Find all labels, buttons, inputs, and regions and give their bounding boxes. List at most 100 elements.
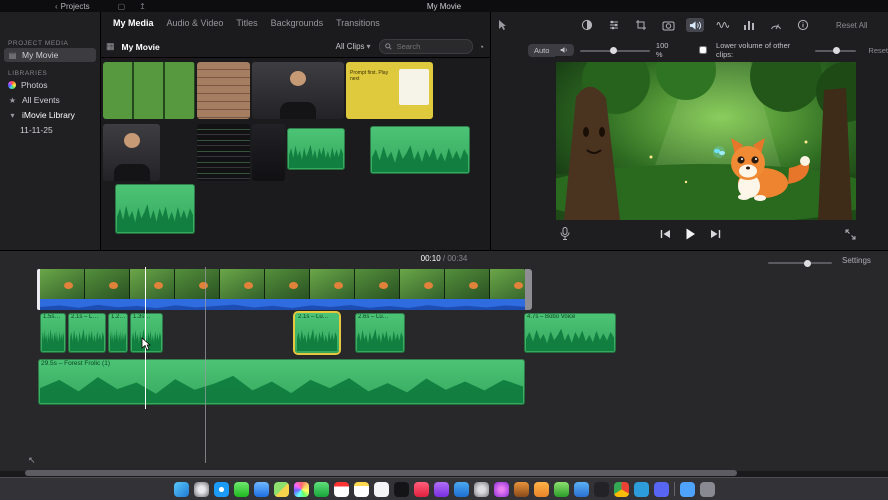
- pages-icon[interactable]: [533, 481, 549, 497]
- browser-title: My Movie: [121, 41, 160, 52]
- search-box[interactable]: [378, 39, 473, 54]
- timeline-zoom-slider[interactable]: [768, 259, 832, 267]
- tab-backgrounds[interactable]: Backgrounds: [271, 18, 324, 28]
- reset-button[interactable]: Reset: [868, 46, 888, 55]
- eq-icon[interactable]: [740, 18, 758, 32]
- media-thumb-forest-filmstrip[interactable]: [103, 62, 195, 119]
- video-audio-track[interactable]: [40, 299, 525, 310]
- volume-slider-knob[interactable]: [610, 47, 618, 54]
- volume-slider[interactable]: [580, 47, 650, 54]
- sidebar-item-my-movie[interactable]: ▤ My Movie: [4, 48, 96, 62]
- media-thumb-audio-clip[interactable]: [287, 128, 345, 170]
- record-voiceover-mic-icon[interactable]: [560, 227, 570, 241]
- discord-icon[interactable]: [653, 481, 669, 497]
- search-input[interactable]: [394, 41, 459, 52]
- finder-icon[interactable]: [173, 481, 189, 497]
- timeline-audio-clip[interactable]: 1.2…: [108, 313, 128, 353]
- tab-audio-video[interactable]: Audio & Video: [167, 18, 224, 28]
- play-button[interactable]: [685, 228, 696, 240]
- previous-button[interactable]: [660, 229, 671, 239]
- preview-viewer[interactable]: [556, 62, 856, 220]
- clip-label: 2.1s – L…: [71, 314, 99, 320]
- info-icon[interactable]: [794, 18, 812, 32]
- mail-icon[interactable]: [253, 481, 269, 497]
- timeline-zoom-knob[interactable]: [804, 259, 811, 267]
- imovie-icon[interactable]: [493, 481, 509, 497]
- media-thumb-code-screen[interactable]: [197, 124, 250, 181]
- crop-icon[interactable]: [632, 18, 650, 32]
- vscode-icon[interactable]: [633, 481, 649, 497]
- next-button[interactable]: [710, 229, 721, 239]
- media-thumb-audio-clip[interactable]: [115, 184, 195, 234]
- trash-icon[interactable]: [699, 481, 715, 497]
- color-correction-icon[interactable]: [605, 18, 623, 32]
- sidebar-item-event-date[interactable]: 11-11-25: [4, 123, 96, 137]
- grid-view-icon[interactable]: ▦: [106, 41, 115, 52]
- sidebar-item-all-events[interactable]: ★ All Events: [4, 93, 96, 107]
- media-thumb-yellow-slide[interactable]: Prompt first. Play next: [346, 62, 433, 119]
- lower-volume-slider-knob[interactable]: [832, 47, 840, 54]
- downloads-folder-icon[interactable]: [679, 481, 695, 497]
- libraries-label: LIBRARIES: [8, 70, 48, 77]
- media-thumb-dark[interactable]: [252, 124, 285, 181]
- horizontal-scrollbar[interactable]: [0, 469, 888, 477]
- photos-icon[interactable]: [293, 481, 309, 497]
- timeline-audio-clip[interactable]: 1.5s…: [40, 313, 66, 353]
- clip-label: 1.5s…: [43, 314, 61, 320]
- reminders-icon[interactable]: [373, 481, 389, 497]
- lower-volume-checkbox[interactable]: [699, 46, 708, 54]
- media-thumb-audio-clip[interactable]: [370, 126, 470, 174]
- numbers-icon[interactable]: [553, 481, 569, 497]
- messages-icon[interactable]: [233, 481, 249, 497]
- volume-icon[interactable]: [686, 18, 704, 32]
- maps-icon[interactable]: [273, 481, 289, 497]
- fullscreen-icon[interactable]: [845, 229, 856, 240]
- sidebar-item-photos[interactable]: Photos: [4, 78, 96, 92]
- stabilization-icon[interactable]: [659, 18, 677, 32]
- tab-titles[interactable]: Titles: [236, 18, 257, 28]
- timeline-audio-clip[interactable]: 2.6s – Lu…: [355, 313, 405, 353]
- sidebar-item-imovie-library[interactable]: ▾ iMovie Library: [4, 108, 96, 122]
- tab-transitions[interactable]: Transitions: [336, 18, 380, 28]
- auto-volume-button[interactable]: Auto: [528, 43, 556, 57]
- media-thumb-notes-card[interactable]: [197, 62, 250, 119]
- media-thumb-presenter-2[interactable]: [103, 124, 160, 181]
- lower-volume-slider[interactable]: [814, 47, 857, 54]
- app-store-icon[interactable]: [453, 481, 469, 497]
- keynote-icon[interactable]: [573, 481, 589, 497]
- chrome-icon[interactable]: [613, 481, 629, 497]
- timeline-audio-clip[interactable]: 4.7s – Bobo Voice: [524, 313, 616, 353]
- speed-icon[interactable]: [767, 18, 785, 32]
- garageband-icon[interactable]: [513, 481, 529, 497]
- person-face: [290, 71, 306, 87]
- timeline-audio-clip-selected[interactable]: 2.1s – Lu…: [295, 313, 339, 353]
- clip-label: 2.6s – Lu…: [358, 314, 389, 320]
- music-icon[interactable]: [413, 481, 429, 497]
- reset-all-button[interactable]: Reset All: [836, 21, 868, 30]
- video-clip-filmstrip[interactable]: [40, 269, 525, 299]
- timeline-audio-clip[interactable]: 2.1s – L…: [68, 313, 106, 353]
- launchpad-icon[interactable]: [193, 481, 209, 497]
- clip-filter-dropdown[interactable]: All Clips ▾: [336, 42, 371, 51]
- tab-my-media[interactable]: My Media: [113, 18, 154, 28]
- facetime-icon[interactable]: [313, 481, 329, 497]
- timeline-music-clip[interactable]: 29.5s – Forest Frolic (1): [38, 359, 525, 405]
- calendar-icon[interactable]: [333, 481, 349, 497]
- clip-trim-handle-right[interactable]: [525, 269, 532, 310]
- tv-icon[interactable]: [393, 481, 409, 497]
- chevron-down-icon[interactable]: ▾: [8, 111, 17, 120]
- color-balance-icon[interactable]: [578, 18, 596, 32]
- noise-reduction-icon[interactable]: [713, 18, 731, 32]
- notes-icon[interactable]: [353, 481, 369, 497]
- media-thumb-presenter[interactable]: [252, 62, 344, 119]
- timeline-settings-button[interactable]: Settings: [842, 256, 871, 265]
- scrollbar-thumb[interactable]: [25, 470, 737, 476]
- browser-appearance-icon[interactable]: ◔: [479, 42, 484, 52]
- podcasts-icon[interactable]: [433, 481, 449, 497]
- pointer-icon[interactable]: [497, 19, 507, 31]
- mute-button[interactable]: [555, 44, 575, 56]
- lower-volume-label: Lower volume of other clips:: [716, 41, 791, 59]
- safari-icon[interactable]: [213, 481, 229, 497]
- terminal-icon[interactable]: [593, 481, 609, 497]
- system-settings-icon[interactable]: [473, 481, 489, 497]
